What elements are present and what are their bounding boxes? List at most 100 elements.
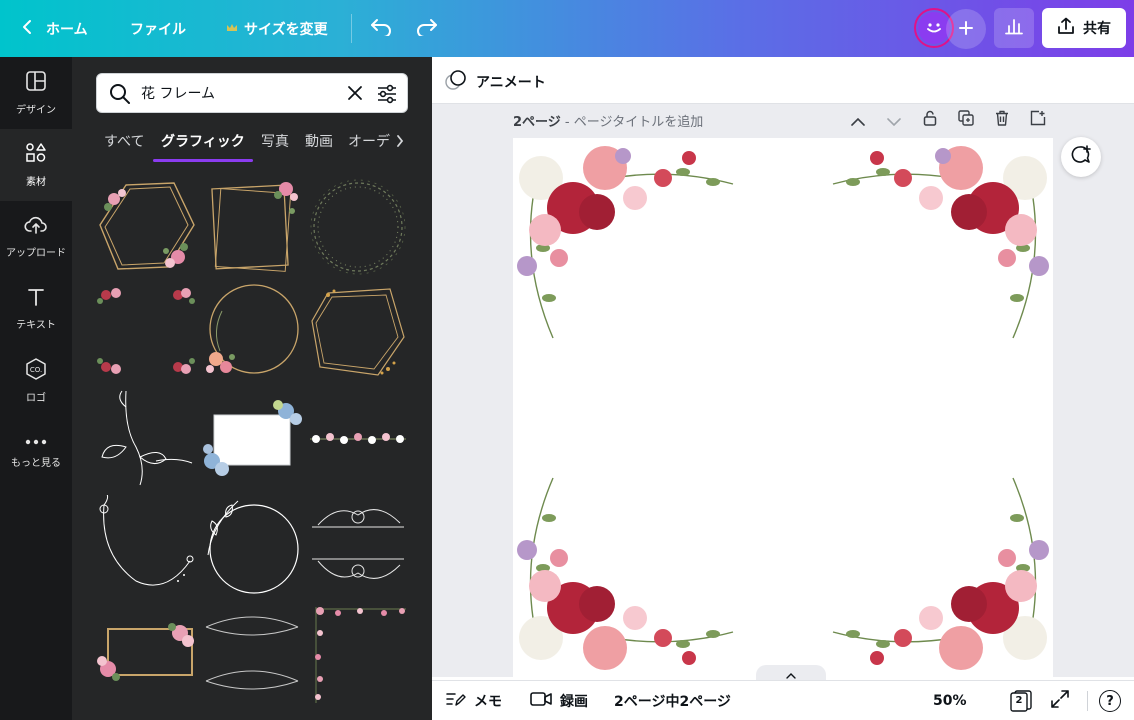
- logo-co-icon: CO.: [25, 358, 47, 383]
- home-button[interactable]: ホーム: [22, 0, 88, 57]
- graphic-line-art-branch-circle[interactable]: [96, 492, 196, 599]
- cloud-upload-icon: [24, 215, 48, 238]
- add-page-icon: [1030, 110, 1046, 130]
- page-down-button[interactable]: [884, 110, 904, 130]
- graphic-gold-circle-frame[interactable]: [202, 281, 302, 385]
- rail-item-label: アップロード: [6, 248, 66, 259]
- undo-icon: [370, 18, 392, 40]
- tab-photos[interactable]: 写真: [261, 131, 289, 151]
- help-button[interactable]: ?: [1099, 681, 1121, 720]
- redo-button[interactable]: [416, 0, 438, 57]
- page-header: 2ページ - ページタイトルを追加: [513, 111, 703, 130]
- graphic-gold-geometric-frame[interactable]: [308, 281, 408, 385]
- graphic-floral-hexagon-frame[interactable]: [96, 177, 196, 281]
- more-dots-icon: [25, 437, 47, 448]
- rail-item-text[interactable]: テキスト: [0, 273, 72, 345]
- page-up-button[interactable]: [848, 110, 868, 130]
- tab-all[interactable]: すべて: [104, 131, 144, 151]
- duplicate-icon: [958, 110, 974, 130]
- zoom-level[interactable]: 50%: [933, 681, 967, 720]
- page-title-separator: -: [560, 115, 574, 130]
- bottom-toolbar: メモ 録画 2ページ中2ページ 50% 2 ?: [432, 680, 1134, 720]
- rail-item-label: もっと見る: [11, 458, 61, 469]
- animate-icon: [444, 69, 468, 95]
- graphic-line-art-botanical-dividers[interactable]: [308, 495, 408, 599]
- rail-item-logo[interactable]: CO. ロゴ: [0, 345, 72, 417]
- rail-item-design[interactable]: デザイン: [0, 57, 72, 129]
- rail-item-label: ロゴ: [26, 393, 46, 404]
- search-icon: [109, 83, 131, 109]
- left-rail: デザイン 素材 アップロード テキスト CO. ロゴ もっと見る: [0, 57, 72, 720]
- rail-item-label: テキスト: [16, 320, 56, 331]
- animate-button[interactable]: アニメート: [444, 69, 546, 95]
- graphic-line-art-wreath[interactable]: [202, 495, 302, 599]
- bottom-divider: [1087, 691, 1088, 711]
- rail-item-elements[interactable]: 素材: [0, 129, 72, 201]
- comment-add-icon: [1070, 144, 1092, 170]
- filter-sliders-icon[interactable]: [377, 84, 397, 108]
- lock-page-button[interactable]: [920, 110, 940, 130]
- tab-graphics[interactable]: グラフィック: [161, 131, 245, 151]
- svg-text:CO.: CO.: [30, 366, 42, 374]
- floral-corner-bottom-left[interactable]: [517, 477, 734, 670]
- search-input[interactable]: 花 フレーム: [96, 73, 408, 113]
- toolbar-divider: [351, 14, 352, 43]
- plus-icon: [959, 20, 973, 39]
- top-toolbar: ホーム ファイル サイズを変更 共有: [0, 0, 1134, 57]
- home-label: ホーム: [46, 21, 88, 38]
- active-tab-indicator: [153, 159, 253, 162]
- clear-search-icon[interactable]: [347, 85, 363, 105]
- graphic-line-art-leaf-borders[interactable]: [202, 603, 302, 707]
- rail-item-label: 素材: [26, 177, 46, 188]
- bar-chart-icon: [1005, 17, 1023, 39]
- graphic-leaf-wreath[interactable]: [308, 177, 408, 281]
- graphic-floral-corners[interactable]: [96, 281, 196, 385]
- trash-icon: [995, 110, 1009, 130]
- record-label: 録画: [560, 694, 588, 710]
- graphic-flower-border-strip[interactable]: [308, 387, 408, 491]
- add-collaborator-button[interactable]: [946, 9, 986, 49]
- rail-item-more[interactable]: もっと見る: [0, 417, 72, 489]
- graphic-gold-square-frame[interactable]: [202, 177, 302, 281]
- record-button[interactable]: 録画: [530, 681, 588, 720]
- graphic-line-art-flower[interactable]: [96, 387, 196, 491]
- tab-audio[interactable]: オーデ: [348, 131, 390, 151]
- page-grid-button[interactable]: 2: [1009, 681, 1033, 720]
- graphic-hydrangea-rectangle-frame[interactable]: [202, 387, 302, 491]
- add-comment-button[interactable]: [1061, 137, 1101, 177]
- share-button[interactable]: 共有: [1042, 8, 1126, 48]
- share-upload-icon: [1057, 17, 1075, 39]
- floral-corner-top-left[interactable]: [517, 146, 734, 339]
- duplicate-page-button[interactable]: [956, 110, 976, 130]
- floral-corner-bottom-right[interactable]: [832, 477, 1049, 670]
- graphic-gold-floral-rectangle[interactable]: [96, 603, 196, 707]
- resize-label: サイズを変更: [244, 21, 328, 38]
- help-icon: ?: [1099, 690, 1121, 712]
- undo-button[interactable]: [370, 0, 392, 57]
- pages-stack-icon: 2: [1009, 690, 1033, 712]
- crown-icon: [226, 21, 238, 37]
- insights-button[interactable]: [994, 8, 1034, 48]
- file-label: ファイル: [130, 21, 186, 38]
- chevron-right-icon[interactable]: [396, 133, 404, 152]
- tab-videos[interactable]: 動画: [305, 131, 333, 151]
- resize-button[interactable]: サイズを変更: [226, 0, 328, 57]
- layout-icon: [25, 70, 47, 95]
- page-count: 2ページ中2ページ: [614, 694, 731, 710]
- file-menu-button[interactable]: ファイル: [130, 0, 186, 57]
- page-title-input[interactable]: ページタイトルを追加: [574, 115, 703, 130]
- graphic-pink-blossom-corner[interactable]: [308, 603, 408, 707]
- floral-corner-top-right[interactable]: [832, 146, 1049, 339]
- fullscreen-button[interactable]: [1051, 681, 1069, 720]
- video-camera-icon: [530, 691, 552, 711]
- redo-icon: [416, 18, 438, 40]
- search-value: 花 フレーム: [141, 86, 216, 102]
- delete-page-button[interactable]: [992, 110, 1012, 130]
- design-page[interactable]: [513, 138, 1053, 678]
- animate-label: アニメート: [476, 75, 546, 91]
- rail-item-uploads[interactable]: アップロード: [0, 201, 72, 273]
- page-badge-number: 2: [1015, 695, 1023, 706]
- notes-button[interactable]: メモ: [446, 681, 502, 720]
- add-page-button[interactable]: [1028, 110, 1048, 130]
- show-pages-toggle[interactable]: [756, 665, 826, 681]
